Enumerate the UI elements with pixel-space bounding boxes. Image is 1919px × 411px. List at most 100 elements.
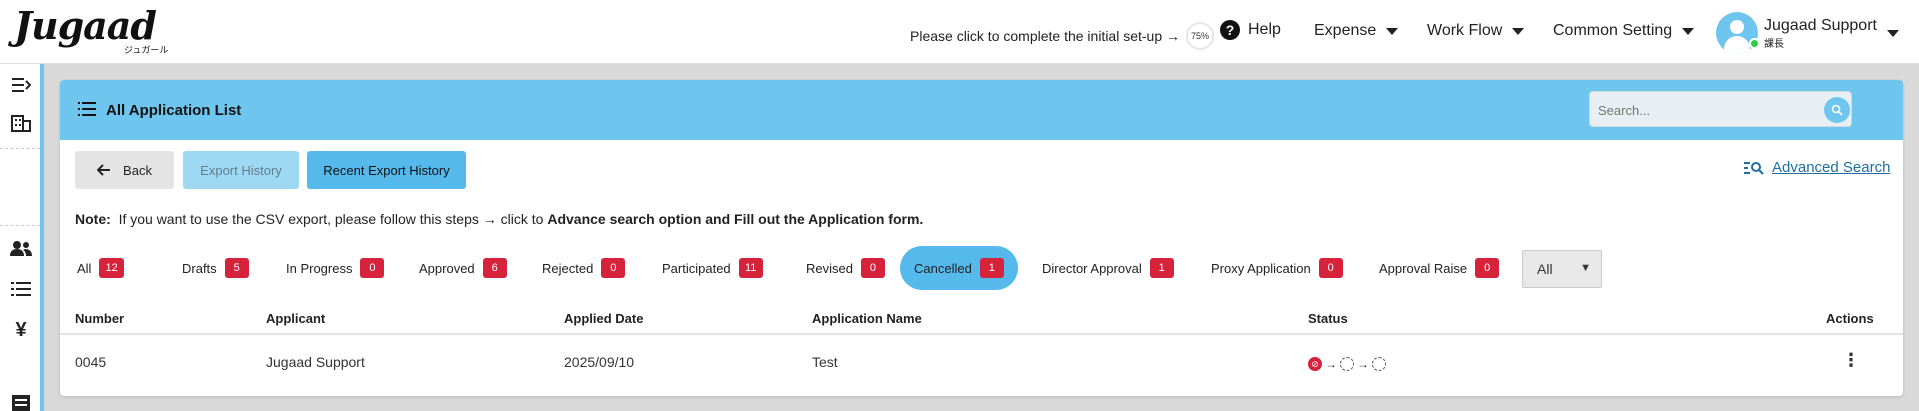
caret-down-icon: [1682, 27, 1695, 35]
user-role: 課長: [1764, 38, 1784, 50]
count-badge: 0: [360, 258, 385, 278]
column-header: Applied Date: [564, 311, 644, 326]
online-status-dot: [1749, 38, 1760, 49]
advanced-search-link[interactable]: Advanced Search: [1744, 159, 1890, 176]
count-badge: 5: [224, 258, 249, 278]
tab-label: Approved: [419, 260, 475, 276]
column-header: Status: [1308, 311, 1348, 326]
count-badge: 0: [601, 258, 626, 278]
help-label: Help: [1248, 21, 1281, 38]
common-setting-menu[interactable]: Common Setting: [1553, 22, 1695, 40]
tab-label: Approval Raise: [1379, 260, 1468, 276]
tab-cancelled[interactable]: Cancelled 1: [900, 246, 1018, 290]
search-box: [1589, 91, 1852, 127]
filter-select-value: All: [1537, 261, 1553, 277]
list-icon[interactable]: [10, 279, 32, 301]
export-history-button[interactable]: Export History: [183, 151, 299, 189]
caret-down-icon: [1386, 27, 1399, 35]
logo-text: Jugaad: [14, 3, 157, 48]
tab-approval-raise[interactable]: Approval Raise 0: [1379, 246, 1500, 290]
column-header: Applicant: [266, 311, 326, 326]
note-label: Note:: [75, 211, 111, 227]
count-badge: 1: [1149, 258, 1174, 278]
tab-label: Revised: [806, 260, 853, 276]
column-header: Number: [75, 311, 125, 326]
tab-rejected[interactable]: Rejected 0: [542, 246, 626, 290]
table-header: Number Applicant Applied Date Applicatio…: [60, 303, 1903, 335]
tab-in-progress[interactable]: In Progress 0: [286, 246, 385, 290]
count-badge: 11: [738, 258, 763, 278]
expense-menu[interactable]: Expense: [1314, 22, 1399, 40]
tab-drafts[interactable]: Drafts 5: [182, 246, 249, 290]
advanced-search-icon: [1744, 161, 1764, 175]
application-list-card: All Application List Back Export History…: [60, 80, 1903, 396]
tab-approved[interactable]: Approved 6: [419, 246, 507, 290]
arrow-right-icon: →: [1325, 357, 1337, 371]
workflow-menu[interactable]: Work Flow: [1427, 22, 1525, 40]
chevron-down-icon: ▼: [1580, 262, 1591, 274]
search-input[interactable]: [1598, 100, 1818, 120]
top-bar: Jugaad ジュガール Please click to complete th…: [0, 0, 1919, 64]
tab-label: All: [77, 260, 92, 276]
cell-applied-date: 2025/09/10: [564, 354, 635, 370]
collapse-menu-icon[interactable]: [10, 76, 32, 98]
table-row[interactable]: 0045 Jugaad Support 2025/09/10 Test ⊘ → …: [60, 337, 1903, 389]
tab-label: Participated: [662, 260, 731, 276]
column-header: Application Name: [812, 311, 922, 326]
count-badge: 12: [99, 258, 124, 278]
tab-label: Director Approval: [1042, 260, 1142, 276]
recent-export-history-button[interactable]: Recent Export History: [307, 151, 466, 189]
jugaad-logo[interactable]: Jugaad ジュガール: [14, 6, 174, 56]
list-icon: [78, 102, 96, 116]
arrow-left-icon: [97, 164, 111, 176]
search-button[interactable]: [1824, 97, 1850, 123]
pending-step-icon: [1340, 357, 1354, 371]
advanced-search-label: Advanced Search: [1772, 159, 1891, 176]
caret-down-icon: [1512, 27, 1525, 35]
rail-divider: [0, 148, 40, 149]
tab-all[interactable]: All 12: [77, 246, 124, 290]
cancelled-status-icon: ⊘: [1308, 357, 1322, 371]
filter-select[interactable]: All ▼: [1522, 250, 1602, 288]
note-emphasis: Advance search option and Fill out the A…: [547, 211, 924, 227]
tab-label: Drafts: [182, 260, 217, 276]
count-badge: 1: [979, 258, 1004, 278]
initial-setup-link[interactable]: Please click to complete the initial set…: [910, 22, 1215, 50]
expense-menu-label: Expense: [1314, 22, 1377, 39]
tab-revised[interactable]: Revised 0: [806, 246, 885, 290]
tab-proxy-application[interactable]: Proxy Application 0: [1211, 246, 1343, 290]
back-button[interactable]: Back: [75, 151, 174, 189]
count-badge: 0: [1318, 258, 1343, 278]
tab-label: Rejected: [542, 260, 594, 276]
tab-label: In Progress: [286, 260, 353, 276]
cell-application-name: Test: [812, 354, 838, 370]
caret-down-icon: [1886, 29, 1899, 37]
arrow-right-icon: →: [1357, 357, 1369, 371]
document-icon[interactable]: [10, 394, 32, 411]
back-button-label: Back: [123, 162, 152, 178]
cell-applicant: Jugaad Support: [266, 354, 365, 370]
yen-icon[interactable]: ¥: [10, 319, 32, 341]
logo-subtext: ジュガール: [124, 45, 169, 55]
csv-export-note: Note: If you want to use the CSV export,…: [75, 211, 923, 227]
building-icon[interactable]: [10, 114, 32, 136]
side-rail: ¥: [0, 64, 40, 411]
tab-label: Proxy Application: [1211, 260, 1311, 276]
tab-director-approval[interactable]: Director Approval 1: [1042, 246, 1174, 290]
cell-number: 0045: [75, 354, 107, 370]
status-tabs: All 12 Drafts 5 In Progress 0 Approved 6 Rej…: [60, 246, 1903, 294]
page-title: All Application List: [106, 102, 242, 119]
status-flow: ⊘ → →: [1308, 357, 1386, 371]
setup-text: Please click to complete the initial set…: [910, 28, 1181, 44]
user-name: Jugaad Support: [1764, 16, 1877, 34]
common-setting-menu-label: Common Setting: [1553, 22, 1673, 39]
users-icon[interactable]: [10, 239, 32, 261]
help-link[interactable]: ? Help: [1220, 20, 1281, 40]
tab-participated[interactable]: Participated 11: [662, 246, 763, 290]
user-menu[interactable]: Jugaad Support 課長: [1716, 12, 1899, 54]
search-icon: [1831, 104, 1843, 116]
row-actions-kebab-icon[interactable]: ⋮: [1842, 350, 1860, 371]
pending-step-icon: [1372, 357, 1386, 371]
tab-label: Cancelled: [914, 260, 972, 276]
setup-progress-ring: 75%: [1186, 22, 1215, 50]
